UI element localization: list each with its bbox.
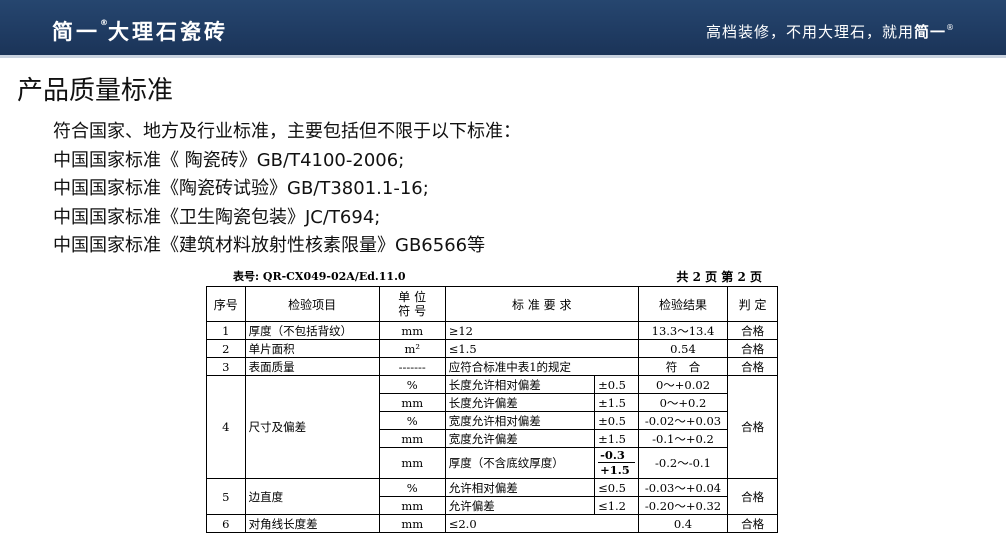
table-row: 5 边直度 % 允许相对偏差 ≤0.5 -0.03～+0.04 合格 (206, 478, 778, 515)
inspection-table: 序号 检验项目 单 位符 号 标 准 要 求 检验结果 判 定 1 厚度（不包括… (206, 286, 778, 533)
header-item: 检验项目 (244, 286, 380, 322)
header-bar: 简一®大理石瓷砖 高档装修，不用大理石，就用简一® (0, 0, 1006, 58)
standard-item: 中国国家标准《卫生陶瓷包装》JC/T694; (53, 206, 381, 228)
table-row: 6 对角线长度差 mm ≤2.0 0.4 合格 (206, 514, 778, 533)
form-number: 表号: QR-CX049-02A/Ed.11.0 (233, 270, 406, 283)
standards-list: 符合国家、地方及行业标准，主要包括但不限于以下标准： 中国国家标准《 陶瓷砖》G… (53, 118, 521, 261)
table-row: 1 厚度（不包括背纹） mm ≥12 13.3～13.4 合格 (206, 321, 778, 340)
page-title: 产品质量标准 (17, 76, 174, 106)
standard-item: 中国国家标准《 陶瓷砖》GB/T4100-2006; (53, 149, 405, 171)
header-requirement: 标 准 要 求 (444, 286, 639, 322)
table-row: 2 单片面积 m² ≤1.5 0.54 合格 (206, 339, 778, 358)
table-row: 4 尺寸及偏差 % 长度允许相对偏差 ±0.5 0～+0.02 合格 (206, 375, 778, 479)
header-unit: 单 位符 号 (378, 286, 446, 322)
standard-item: 中国国家标准《陶瓷砖试验》GB/T3801.1-16; (53, 178, 429, 199)
inspection-report-image: 表号: QR-CX049-02A/Ed.11.0 共 2 页 第 2 页 序号 … (202, 266, 782, 536)
report-page-number: 共 2 页 第 2 页 (676, 270, 762, 284)
header-result: 检验结果 (637, 286, 729, 322)
header-judgement: 判 定 (727, 286, 778, 322)
brand-logo: 简一®大理石瓷砖 (52, 18, 228, 44)
standard-item: 中国国家标准《建筑材料放射性核素限量》GB6566等 (53, 235, 486, 256)
header-seq: 序号 (206, 286, 246, 322)
standards-intro: 符合国家、地方及行业标准，主要包括但不限于以下标准： (53, 121, 521, 142)
header-slogan: 高档装修，不用大理石，就用简一® (705, 23, 954, 41)
table-header-row: 序号 检验项目 单 位符 号 标 准 要 求 检验结果 判 定 (206, 286, 778, 322)
table-row: 3 表面质量 ------- 应符合标准中表1的规定 符 合 合格 (206, 357, 778, 376)
